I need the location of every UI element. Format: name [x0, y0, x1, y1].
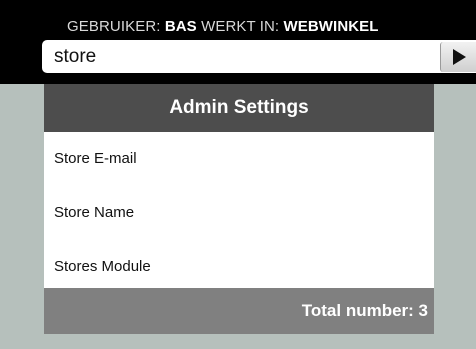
result-item-store-email[interactable]: Store E-mail	[44, 132, 434, 186]
result-item-store-name[interactable]: Store Name	[44, 186, 434, 240]
admin-settings-panel: Admin Settings Store E-mail Store Name S…	[44, 84, 434, 334]
search-box	[42, 40, 476, 73]
workspace-name: WEBWINKEL	[283, 18, 379, 35]
top-bar: GEBRUIKER: BAS WERKT IN: WEBWINKEL	[0, 0, 476, 84]
search-input[interactable]	[42, 40, 440, 73]
panel-title: Admin Settings	[44, 84, 434, 132]
result-item-stores-module[interactable]: Stores Module	[44, 240, 434, 294]
search-submit-button[interactable]	[440, 42, 476, 72]
play-icon	[453, 49, 466, 65]
total-count: Total number: 3	[44, 288, 434, 334]
user-name: BAS	[164, 18, 197, 35]
workspace-label: WERKT IN:	[201, 18, 280, 35]
user-info: GEBRUIKER: BAS WERKT IN: WEBWINKEL	[67, 19, 379, 35]
user-label: GEBRUIKER:	[67, 18, 161, 35]
